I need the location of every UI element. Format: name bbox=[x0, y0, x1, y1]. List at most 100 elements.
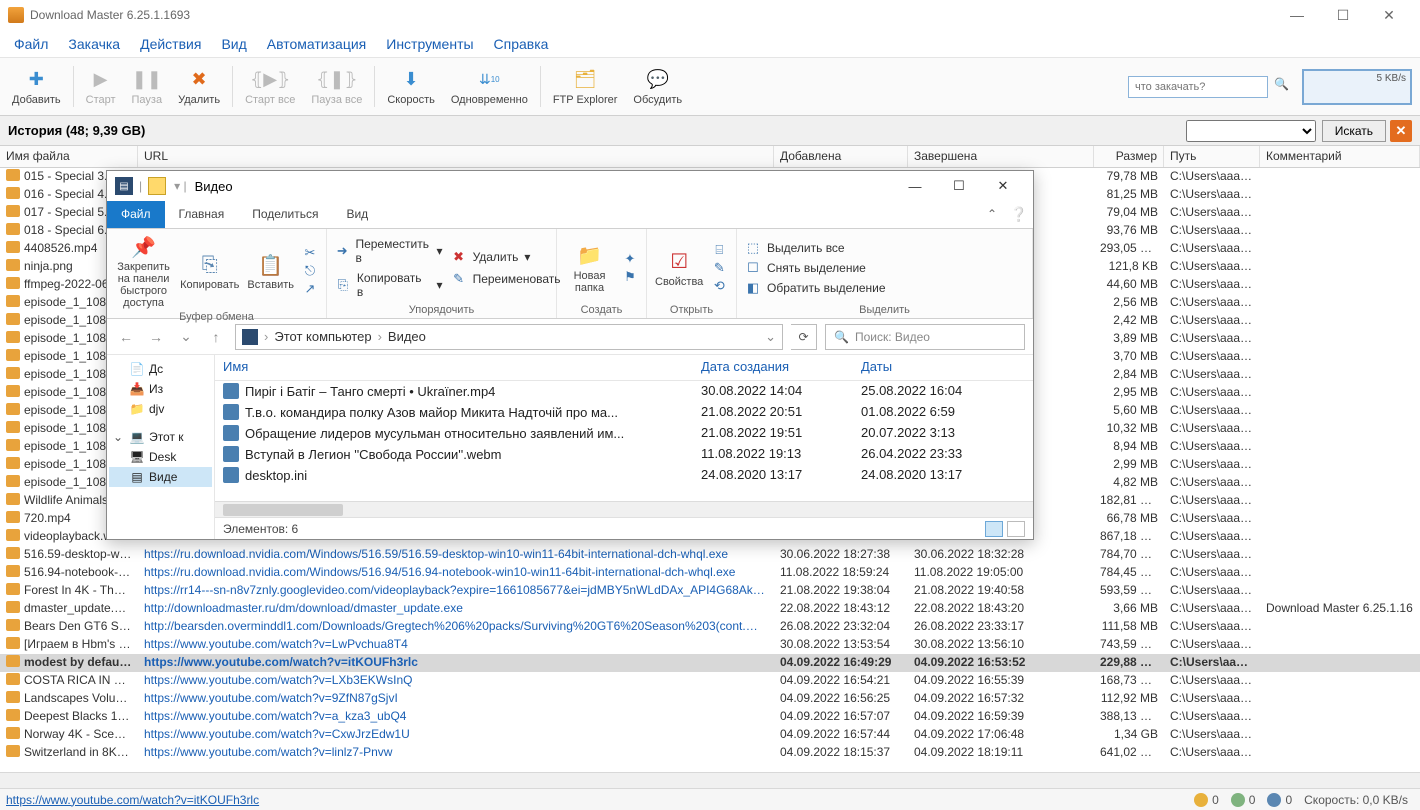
concurrent-button[interactable]: ⇊10Одновременно bbox=[443, 60, 536, 113]
view-details-button[interactable] bbox=[985, 521, 1003, 537]
easy-access-button[interactable]: ⚑ bbox=[622, 269, 638, 285]
back-button[interactable]: ← bbox=[115, 326, 137, 348]
col-url[interactable]: URL bbox=[138, 146, 774, 167]
copy-to-button[interactable]: ⎘Копировать в ▾ bbox=[335, 271, 443, 299]
tree-item[interactable]: ⌄💻Этот к bbox=[109, 427, 212, 447]
search-icon[interactable]: 🔍 bbox=[1274, 77, 1294, 97]
start-all-button[interactable]: ⦃▶⦄Старт все bbox=[237, 60, 303, 113]
new-folder-button[interactable]: 📁Новая папка bbox=[565, 242, 614, 294]
explorer-tab-Вид[interactable]: Вид bbox=[332, 201, 382, 228]
pause-all-button[interactable]: ⦃❚⦄Пауза все bbox=[303, 60, 370, 113]
table-row[interactable]: Switzerland in 8K ULT...https://www.yout… bbox=[0, 744, 1420, 760]
table-row[interactable]: [Играем в Hbm's Nuc...https://www.youtub… bbox=[0, 636, 1420, 654]
explorer-maximize-button[interactable]: ☐ bbox=[937, 172, 981, 200]
close-button[interactable]: ✕ bbox=[1366, 0, 1412, 30]
copy-button[interactable]: ⎘Копировать bbox=[180, 251, 239, 291]
table-row[interactable]: Forest In 4K - The He...https://rr14---s… bbox=[0, 582, 1420, 600]
file-row[interactable]: Вступай в Легион ''Свобода России''.webm… bbox=[215, 444, 1033, 465]
table-row[interactable]: modest by default — ...https://www.youtu… bbox=[0, 654, 1420, 672]
explorer-tab-Поделиться[interactable]: Поделиться bbox=[238, 201, 332, 228]
menu-Справка[interactable]: Справка bbox=[486, 32, 557, 56]
explorer-minimize-button[interactable]: — bbox=[893, 172, 937, 200]
properties-button[interactable]: ☑Свойства bbox=[655, 248, 703, 288]
select-invert-button[interactable]: ◧Обратить выделение bbox=[745, 280, 886, 296]
cut-button[interactable]: ✂ bbox=[302, 245, 318, 261]
tree-item[interactable]: 🖥Desk bbox=[109, 447, 212, 467]
up-button[interactable]: ↑ bbox=[205, 326, 227, 348]
explorer-hscroll[interactable] bbox=[215, 501, 1033, 517]
view-large-button[interactable] bbox=[1007, 521, 1025, 537]
col-comment[interactable]: Комментарий bbox=[1260, 146, 1420, 167]
menu-Закачка[interactable]: Закачка bbox=[60, 32, 128, 56]
menu-Автоматизация[interactable]: Автоматизация bbox=[259, 32, 374, 56]
add-button[interactable]: ✚Добавить bbox=[4, 60, 69, 113]
history-close-button[interactable]: ✕ bbox=[1390, 120, 1412, 142]
menu-Инструменты[interactable]: Инструменты bbox=[378, 32, 481, 56]
col-size[interactable]: Размер bbox=[1094, 146, 1164, 167]
discuss-button[interactable]: 💬Обсудить bbox=[625, 60, 690, 113]
file-row[interactable]: Обращение лидеров мусульман относительно… bbox=[215, 423, 1033, 444]
select-all-button[interactable]: ⬚Выделить все bbox=[745, 240, 886, 256]
move-to-button[interactable]: ➜Переместить в ▾ bbox=[335, 237, 443, 265]
open-button[interactable]: ⌸ bbox=[711, 242, 727, 258]
copy-path-button[interactable]: ⎋ bbox=[302, 263, 318, 279]
paste-button[interactable]: 📋Вставить bbox=[247, 251, 294, 291]
table-row[interactable]: 516.94-notebook-win...https://ru.downloa… bbox=[0, 564, 1420, 582]
delete-file-button[interactable]: ✖Удалить ▾ bbox=[451, 249, 561, 265]
new-item-button[interactable]: ✦ bbox=[622, 251, 638, 267]
paste-shortcut-button[interactable]: ↗ bbox=[302, 281, 318, 297]
menu-Файл[interactable]: Файл bbox=[6, 32, 56, 56]
start-button[interactable]: ▶Старт bbox=[78, 60, 124, 113]
address-input[interactable]: › Этот компьютер › Видео ⌄ bbox=[235, 324, 783, 350]
edit-button[interactable]: ✎ bbox=[711, 260, 727, 276]
table-row[interactable]: Landscapes Volume ...https://www.youtube… bbox=[0, 690, 1420, 708]
rename-button[interactable]: ✎Переименовать bbox=[451, 271, 561, 287]
select-invert-icon: ◧ bbox=[745, 280, 761, 296]
help-icon[interactable]: ❔ bbox=[1005, 201, 1033, 228]
tree-item[interactable]: ▤Виде bbox=[109, 467, 212, 487]
pin-button[interactable]: 📌Закрепить на панели быстрого доступа bbox=[115, 233, 172, 309]
speed-button[interactable]: ⬇Скорость bbox=[379, 60, 443, 113]
recent-button[interactable]: ⌄ bbox=[175, 326, 197, 348]
table-row[interactable]: Bears Den GT6 Survi...http://bearsden.ov… bbox=[0, 618, 1420, 636]
col-added[interactable]: Добавлена bbox=[774, 146, 908, 167]
maximize-button[interactable]: ☐ bbox=[1320, 0, 1366, 30]
refresh-button[interactable]: ⟳ bbox=[791, 324, 817, 350]
ribbon-collapse-icon[interactable]: ⌃ bbox=[979, 201, 1005, 228]
col-path[interactable]: Путь bbox=[1164, 146, 1260, 167]
table-row[interactable]: Deepest Blacks 12K ...https://www.youtub… bbox=[0, 708, 1420, 726]
menu-Действия[interactable]: Действия bbox=[132, 32, 209, 56]
ftp-explorer-button[interactable]: 🗂FTP Explorer bbox=[545, 60, 626, 113]
minimize-button[interactable]: — bbox=[1274, 0, 1320, 30]
history-button[interactable]: ⟲ bbox=[711, 278, 727, 294]
history-bar: История (48; 9,39 GB) Искать ✕ bbox=[0, 116, 1420, 146]
explorer-tab-Главная[interactable]: Главная bbox=[165, 201, 239, 228]
table-row[interactable]: COSTA RICA IN 4K 60...https://www.youtub… bbox=[0, 672, 1420, 690]
history-filter-select[interactable] bbox=[1186, 120, 1316, 142]
select-none-button[interactable]: ☐Снять выделение bbox=[745, 260, 886, 276]
col-name[interactable]: Имя файла bbox=[0, 146, 138, 167]
main-hscroll[interactable] bbox=[0, 772, 1420, 788]
tree-item[interactable]: 📄Дс bbox=[109, 359, 212, 379]
explorer-tab-Файл[interactable]: Файл bbox=[107, 201, 165, 228]
tree-item[interactable]: 📥Из bbox=[109, 379, 212, 399]
explorer-close-button[interactable]: ✕ bbox=[981, 172, 1025, 200]
file-row[interactable]: desktop.ini24.08.2020 13:1724.08.2020 13… bbox=[215, 465, 1033, 486]
col-done[interactable]: Завершена bbox=[908, 146, 1094, 167]
file-row[interactable]: Т.в.о. командира полку Азов майор Микита… bbox=[215, 402, 1033, 423]
pause-button[interactable]: ❚❚Пауза bbox=[124, 60, 171, 113]
menu-Вид[interactable]: Вид bbox=[213, 32, 254, 56]
table-row[interactable]: 516.59-desktop-win1...https://ru.downloa… bbox=[0, 546, 1420, 564]
file-icon bbox=[6, 691, 20, 703]
forward-button[interactable]: → bbox=[145, 326, 167, 348]
search-input[interactable] bbox=[1128, 76, 1268, 98]
delete-button[interactable]: ✖Удалить bbox=[170, 60, 228, 113]
status-count-2: 0 bbox=[1225, 793, 1262, 807]
tree-item[interactable]: 📁djv bbox=[109, 399, 212, 419]
explorer-tree[interactable]: 📄Дс📥Из📁djv ⌄💻Этот к🖥Desk▤Виде bbox=[107, 355, 215, 539]
history-search-button[interactable]: Искать bbox=[1322, 120, 1386, 142]
file-row[interactable]: Пиріг і Батіг – Танго смерті • Ukraïner.… bbox=[215, 381, 1033, 402]
table-row[interactable]: dmaster_update.exehttp://downloadmaster.… bbox=[0, 600, 1420, 618]
explorer-search-input[interactable]: 🔍 Поиск: Видео bbox=[825, 324, 1025, 350]
table-row[interactable]: Norway 4K - Scenic ...https://www.youtub… bbox=[0, 726, 1420, 744]
